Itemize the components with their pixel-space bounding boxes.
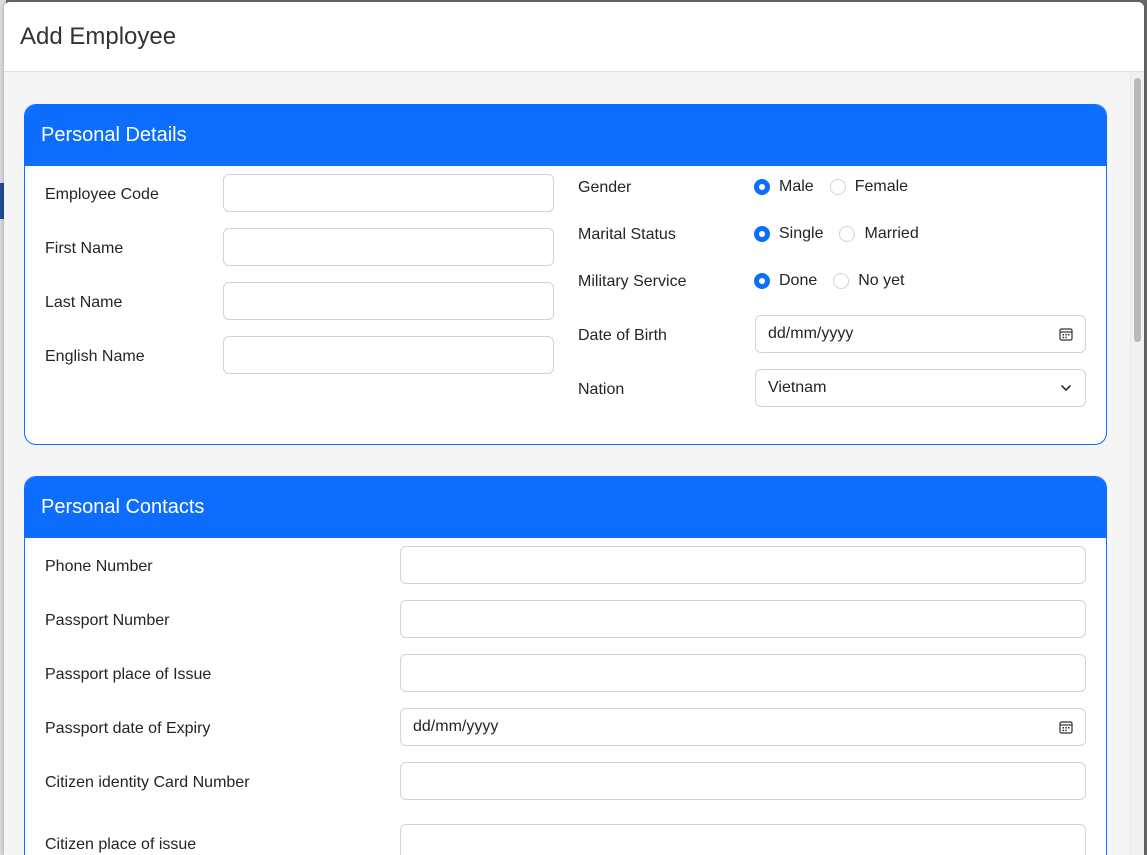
military-done-radio[interactable]	[754, 273, 770, 289]
first-name-label: First Name	[45, 240, 124, 257]
modal-body[interactable]: Personal Details Employee Code First Nam…	[4, 72, 1130, 855]
first-name-input[interactable]	[223, 228, 554, 266]
calendar-icon[interactable]	[1059, 327, 1073, 341]
scrollbar[interactable]	[1130, 72, 1144, 855]
last-name-input[interactable]	[223, 282, 554, 320]
passport-expiry-label: Passport date of Expiry	[45, 720, 211, 737]
passport-place-label: Passport place of Issue	[45, 666, 212, 683]
passport-number-label: Passport Number	[45, 612, 170, 629]
marital-married-option[interactable]: Married	[839, 225, 919, 243]
gender-female-option[interactable]: Female	[829, 178, 908, 196]
marital-married-radio[interactable]	[839, 226, 856, 242]
marital-radio-group: Single Married	[754, 225, 935, 243]
english-name-label: English Name	[45, 348, 145, 365]
passport-place-input[interactable]	[400, 654, 1086, 692]
phone-number-input[interactable]	[400, 546, 1086, 584]
marital-single-option[interactable]: Single	[754, 225, 823, 243]
passport-number-input[interactable]	[400, 600, 1086, 638]
gender-female-radio[interactable]	[829, 179, 846, 195]
personal-details-card: Personal Details Employee Code First Nam…	[24, 104, 1107, 445]
dob-input[interactable]: dd/mm/yyyy	[755, 315, 1086, 353]
citizen-place-label: Citizen place of issue	[45, 836, 197, 853]
military-radio-group: Done No yet	[754, 272, 921, 290]
last-name-label: Last Name	[45, 294, 123, 311]
card-header: Personal Details	[25, 105, 1106, 166]
marital-single-radio[interactable]	[754, 226, 770, 242]
citizen-id-label: Citizen identity Card Number	[45, 774, 250, 791]
card-title: Personal Details	[41, 124, 187, 146]
calendar-icon[interactable]	[1059, 720, 1073, 734]
nation-label: Nation	[578, 381, 625, 398]
marital-status-label: Marital Status	[578, 226, 676, 243]
personal-contacts-card: Personal Contacts Phone Number Passport …	[24, 476, 1107, 855]
chevron-down-icon	[1061, 385, 1071, 391]
phone-number-label: Phone Number	[45, 558, 153, 575]
card-title: Personal Contacts	[41, 496, 205, 518]
gender-male-radio[interactable]	[754, 179, 770, 195]
employee-code-input[interactable]	[223, 174, 554, 212]
gender-label: Gender	[578, 179, 632, 196]
passport-expiry-input[interactable]: dd/mm/yyyy	[400, 708, 1086, 746]
military-noyet-option[interactable]: No yet	[833, 272, 905, 290]
nation-select[interactable]: Vietnam	[755, 369, 1086, 407]
modal-title: Add Employee	[20, 22, 177, 50]
scrollbar-thumb[interactable]	[1134, 78, 1141, 342]
military-service-label: Military Service	[578, 273, 687, 290]
military-noyet-radio[interactable]	[833, 273, 850, 289]
dob-label: Date of Birth	[578, 327, 667, 344]
modal-header: Add Employee	[4, 2, 1144, 72]
citizen-place-input[interactable]	[400, 824, 1086, 855]
employee-code-label: Employee Code	[45, 186, 159, 203]
citizen-id-input[interactable]	[400, 762, 1086, 800]
military-done-option[interactable]: Done	[754, 272, 817, 290]
nation-value: Vietnam	[768, 379, 827, 396]
gender-male-option[interactable]: Male	[754, 178, 814, 196]
add-employee-modal: Add Employee Personal Details Employee C…	[4, 2, 1144, 855]
dob-placeholder: dd/mm/yyyy	[768, 325, 854, 342]
card-header: Personal Contacts	[25, 477, 1106, 538]
gender-radio-group: Male Female	[754, 178, 924, 196]
english-name-input[interactable]	[223, 336, 554, 374]
passport-expiry-placeholder: dd/mm/yyyy	[413, 718, 499, 735]
